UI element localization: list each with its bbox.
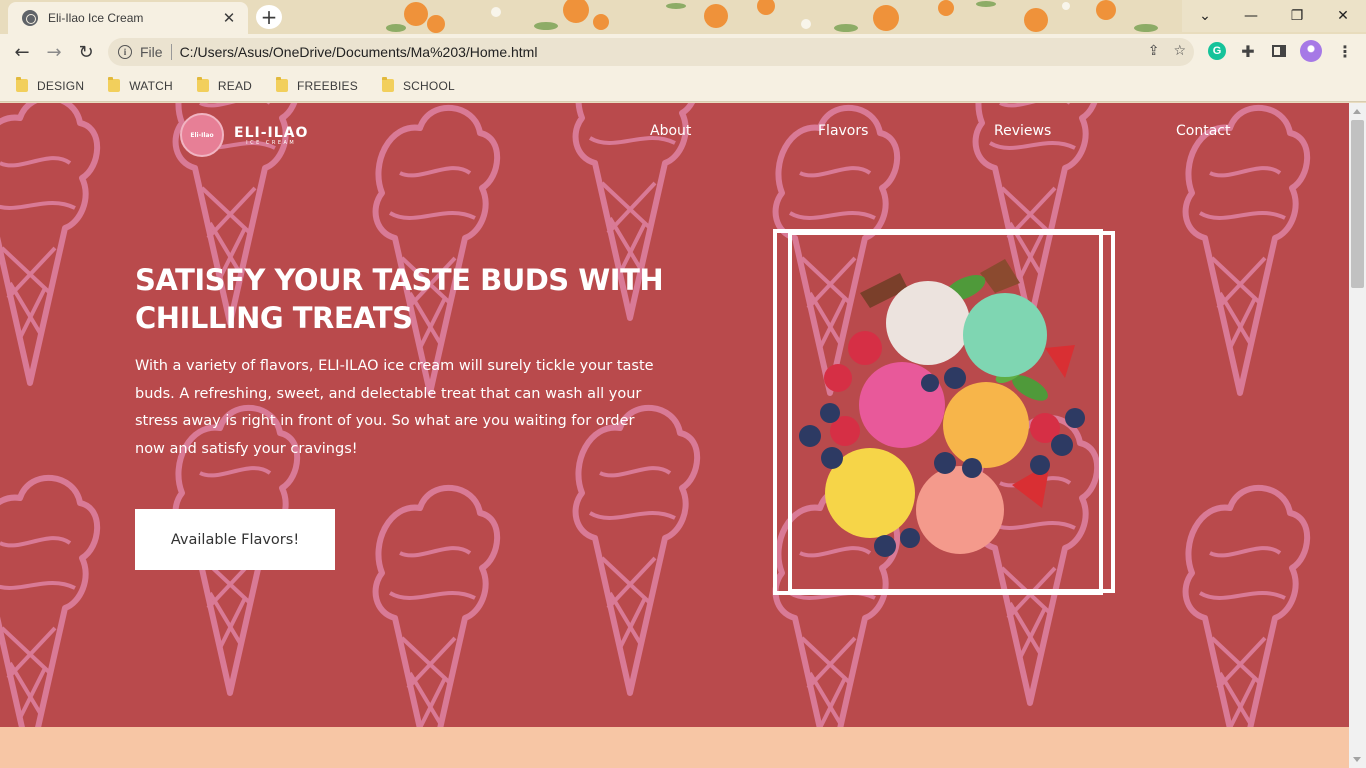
bookmark-label: FREEBIES bbox=[297, 78, 358, 93]
logo-subtitle: ICE CREAM bbox=[246, 139, 297, 146]
new-tab-button[interactable]: + bbox=[256, 5, 282, 29]
ice-cream-scoops-image bbox=[799, 259, 1085, 557]
web-page: Eli-Ilao ELI-ILAO ICE CREAM About Flavor… bbox=[0, 103, 1349, 768]
close-window-icon[interactable]: ✕ bbox=[1320, 0, 1366, 32]
scroll-thumb[interactable] bbox=[1351, 120, 1364, 288]
available-flavors-button[interactable]: Available Flavors! bbox=[135, 509, 335, 570]
back-icon[interactable]: ← bbox=[6, 36, 38, 68]
share-icon[interactable]: ⇪ bbox=[1148, 43, 1160, 59]
hero-section: Eli-Ilao ELI-ILAO ICE CREAM About Flavor… bbox=[0, 103, 1349, 727]
browser-tab-active[interactable]: Eli-Ilao Ice Cream ✕ bbox=[8, 2, 248, 34]
grammarly-icon[interactable]: G bbox=[1206, 40, 1228, 62]
nav-about[interactable]: About bbox=[650, 123, 691, 139]
logo-badge-text: Eli-Ilao bbox=[190, 131, 214, 139]
menu-icon[interactable]: ⋮ bbox=[1334, 40, 1356, 62]
forward-icon[interactable]: → bbox=[38, 36, 70, 68]
nav-reviews[interactable]: Reviews bbox=[994, 123, 1051, 139]
tab-title: Eli-Ilao Ice Cream bbox=[48, 11, 144, 25]
info-icon[interactable]: i bbox=[118, 45, 132, 59]
url-scheme: File bbox=[140, 44, 163, 60]
logo-badge: Eli-Ilao bbox=[180, 113, 224, 157]
bookmark-label: SCHOOL bbox=[402, 78, 455, 93]
page-scrollbar[interactable] bbox=[1349, 103, 1366, 768]
bookmarks-bar: DESIGN WATCH READ FREEBIES SCHOOL bbox=[0, 70, 1366, 102]
restore-icon[interactable]: ❐ bbox=[1274, 0, 1320, 32]
globe-icon bbox=[22, 10, 38, 26]
next-section-peach bbox=[0, 727, 1349, 768]
nav-contact[interactable]: Contact bbox=[1176, 123, 1230, 139]
profile-icon[interactable] bbox=[1300, 40, 1322, 62]
folder-icon bbox=[276, 77, 289, 92]
address-bar[interactable]: i File C:/Users/Asus/OneDrive/Documents/… bbox=[108, 38, 1194, 66]
scroll-down-arrow-icon[interactable] bbox=[1353, 757, 1361, 762]
address-divider bbox=[170, 44, 172, 60]
bookmark-label: DESIGN bbox=[37, 78, 85, 93]
folder-icon bbox=[381, 77, 394, 92]
bookmark-freebies[interactable]: FREEBIES bbox=[276, 77, 358, 93]
hero-headline: SATISFY YOUR TASTE BUDS WITH CHILLING TR… bbox=[135, 263, 664, 335]
logo-wordmark: ELI-ILAO ICE CREAM bbox=[234, 125, 308, 146]
bookmark-read[interactable]: READ bbox=[196, 77, 253, 93]
minimize-icon[interactable]: — bbox=[1228, 0, 1274, 32]
close-tab-icon[interactable]: ✕ bbox=[220, 9, 238, 27]
hero-description: With a variety of flavors, ELI-ILAO ice … bbox=[135, 358, 654, 457]
side-panel-icon[interactable] bbox=[1268, 40, 1290, 62]
extensions-icon[interactable]: ✚ bbox=[1237, 40, 1259, 62]
bookmark-label: READ bbox=[217, 78, 253, 93]
site-logo[interactable]: Eli-Ilao ELI-ILAO ICE CREAM bbox=[180, 113, 308, 157]
url-text[interactable]: C:/Users/Asus/OneDrive/Documents/Ma%203/… bbox=[180, 44, 538, 60]
bookmark-watch[interactable]: WATCH bbox=[108, 77, 173, 93]
tab-strip: Eli-Ilao Ice Cream ✕ + ⌄ — ❐ ✕ bbox=[0, 0, 1366, 34]
bookmark-label: WATCH bbox=[129, 78, 173, 93]
bookmark-school[interactable]: SCHOOL bbox=[381, 77, 455, 93]
browser-toolbar: ← → ↻ i File C:/Users/Asus/OneDrive/Docu… bbox=[0, 34, 1366, 70]
reload-icon[interactable]: ↻ bbox=[70, 36, 102, 68]
bookmark-design[interactable]: DESIGN bbox=[16, 77, 85, 93]
folder-icon bbox=[108, 77, 121, 92]
nav-flavors[interactable]: Flavors bbox=[818, 123, 868, 139]
logo-name: ELI-ILAO bbox=[234, 124, 309, 141]
folder-icon bbox=[16, 77, 28, 92]
folder-icon bbox=[196, 77, 209, 92]
scroll-up-arrow-icon[interactable] bbox=[1353, 109, 1361, 114]
tab-search-chevron-icon[interactable]: ⌄ bbox=[1182, 0, 1228, 32]
star-icon[interactable]: ☆ bbox=[1173, 43, 1186, 59]
